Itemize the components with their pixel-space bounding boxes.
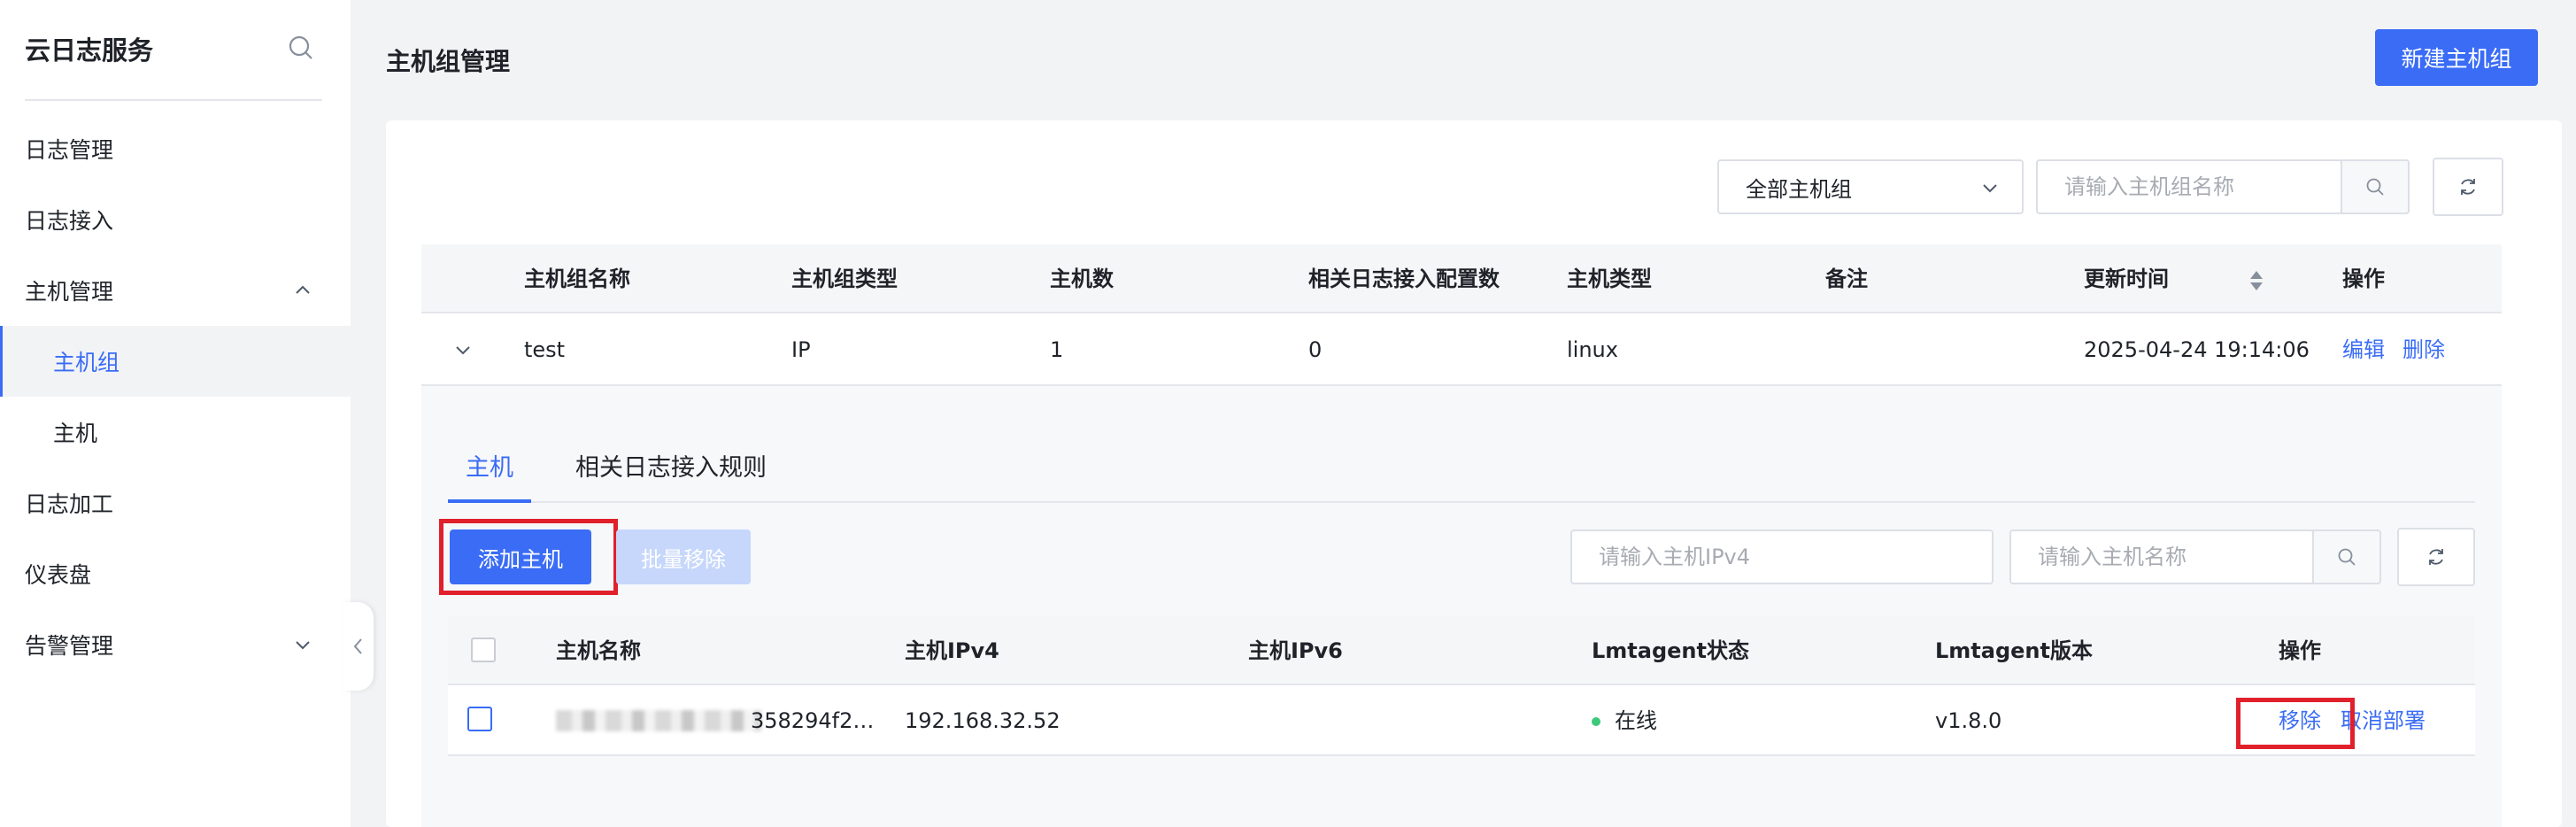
sidebar-item-log-access[interactable]: 日志接入 <box>0 184 351 255</box>
refresh-icon <box>2429 549 2443 565</box>
sort-icon[interactable] <box>2247 269 2266 292</box>
sidebar-item-alert-management[interactable]: 告警管理 <box>0 609 351 680</box>
chevron-down-icon <box>1983 184 1997 193</box>
host-table-row: 358294f2… 192.168.32.52 在线 v1.8.0 移除 取消部… <box>448 685 2475 756</box>
tab-related-rules[interactable]: 相关日志接入规则 <box>575 443 767 503</box>
host-type: linux <box>1567 337 1618 362</box>
host-refresh-button[interactable] <box>2397 528 2475 586</box>
column-header: 主机IPv6 <box>1248 638 1343 663</box>
host-group-select-value: 全部主机组 <box>1746 176 1852 202</box>
sidebar-item-host-management[interactable]: 主机管理 <box>0 255 351 326</box>
online-status-dot <box>1592 717 1600 726</box>
edit-link[interactable]: 编辑 <box>2342 313 2385 386</box>
table-row: test IP 1 0 linux 2025-04-24 19:14:06 编辑… <box>421 313 2502 386</box>
column-header: 操作 <box>2342 267 2385 291</box>
sidebar-title: 云日志服务 <box>25 35 154 66</box>
page-title: 主机组管理 <box>386 47 511 76</box>
host-name-search-input[interactable] <box>2009 529 2314 584</box>
redacted-host-name <box>556 710 761 731</box>
highlight-box <box>2236 698 2355 749</box>
column-header: 相关日志接入配置数 <box>1308 267 1500 291</box>
group-type: IP <box>791 337 811 362</box>
chevron-down-icon <box>296 641 310 650</box>
column-header: 主机IPv4 <box>905 638 999 663</box>
updated-time: 2025-04-24 19:14:06 <box>2084 337 2310 362</box>
search-icon[interactable] <box>287 34 315 62</box>
chevron-down-icon[interactable] <box>451 338 474 361</box>
column-header-updated[interactable]: 更新时间 <box>2084 244 2169 313</box>
group-search-button[interactable] <box>2341 159 2410 214</box>
column-header: 备注 <box>1825 267 1868 291</box>
row-checkbox[interactable] <box>467 707 492 731</box>
search-icon <box>2366 178 2384 196</box>
detail-tabs: 主机 相关日志接入规则 <box>448 443 2475 503</box>
delete-link[interactable]: 删除 <box>2402 313 2445 386</box>
column-header: 主机名称 <box>556 638 641 663</box>
sidebar-item-log-processing[interactable]: 日志加工 <box>0 468 351 538</box>
sidebar-item-dashboard[interactable]: 仪表盘 <box>0 538 351 609</box>
host-ipv4: 192.168.32.52 <box>905 708 1060 733</box>
column-header: 主机组类型 <box>791 267 898 291</box>
chevron-up-icon <box>296 285 310 294</box>
agent-version: v1.8.0 <box>1935 708 2002 733</box>
host-table-header: 主机名称 主机IPv4 主机IPv6 Lmtagent状态 Lmtagent版本… <box>448 616 2475 685</box>
refresh-button[interactable] <box>2433 158 2503 216</box>
chevron-left-icon <box>353 638 362 654</box>
highlight-box <box>439 519 618 595</box>
host-group-select[interactable]: 全部主机组 <box>1717 159 2024 214</box>
config-count: 0 <box>1308 337 1323 362</box>
column-header: 主机组名称 <box>524 267 630 291</box>
column-header: Lmtagent状态 <box>1592 638 1749 663</box>
agent-status: 在线 <box>1592 685 1657 756</box>
table-header: 主机组名称 主机组类型 主机数 相关日志接入配置数 主机类型 备注 更新时间 操… <box>421 244 2502 313</box>
sidebar-item-host[interactable]: 主机 <box>0 397 351 468</box>
sidebar: 云日志服务 日志管理 日志接入 主机管理 主机组 主机 日志加工 仪表盘 告警管… <box>0 0 351 827</box>
refresh-icon <box>2461 179 2475 195</box>
batch-remove-button[interactable]: 批量移除 <box>616 529 751 584</box>
search-icon <box>2338 548 2356 566</box>
column-header: Lmtagent版本 <box>1935 638 2093 663</box>
host-search-button[interactable] <box>2312 529 2381 584</box>
sidebar-item-log-management[interactable]: 日志管理 <box>0 113 351 184</box>
host-count: 1 <box>1050 337 1064 362</box>
sidebar-collapse-handle[interactable] <box>343 602 374 691</box>
column-header: 主机数 <box>1050 267 1114 291</box>
column-header: 主机类型 <box>1567 267 1652 291</box>
new-host-group-button[interactable]: 新建主机组 <box>2375 29 2538 86</box>
host-ipv4-search-input[interactable] <box>1570 529 1994 584</box>
agent-status-text: 在线 <box>1615 708 1657 733</box>
sidebar-item-host-group[interactable]: 主机组 <box>0 326 351 397</box>
column-header: 操作 <box>2279 638 2321 663</box>
host-name-suffix: 358294f2… <box>751 708 875 733</box>
sidebar-header: 云日志服务 <box>25 27 322 101</box>
group-name-search-input[interactable] <box>2036 159 2342 214</box>
select-all-checkbox[interactable] <box>471 638 496 662</box>
group-name: test <box>524 337 566 362</box>
tab-hosts[interactable]: 主机 <box>448 443 531 503</box>
